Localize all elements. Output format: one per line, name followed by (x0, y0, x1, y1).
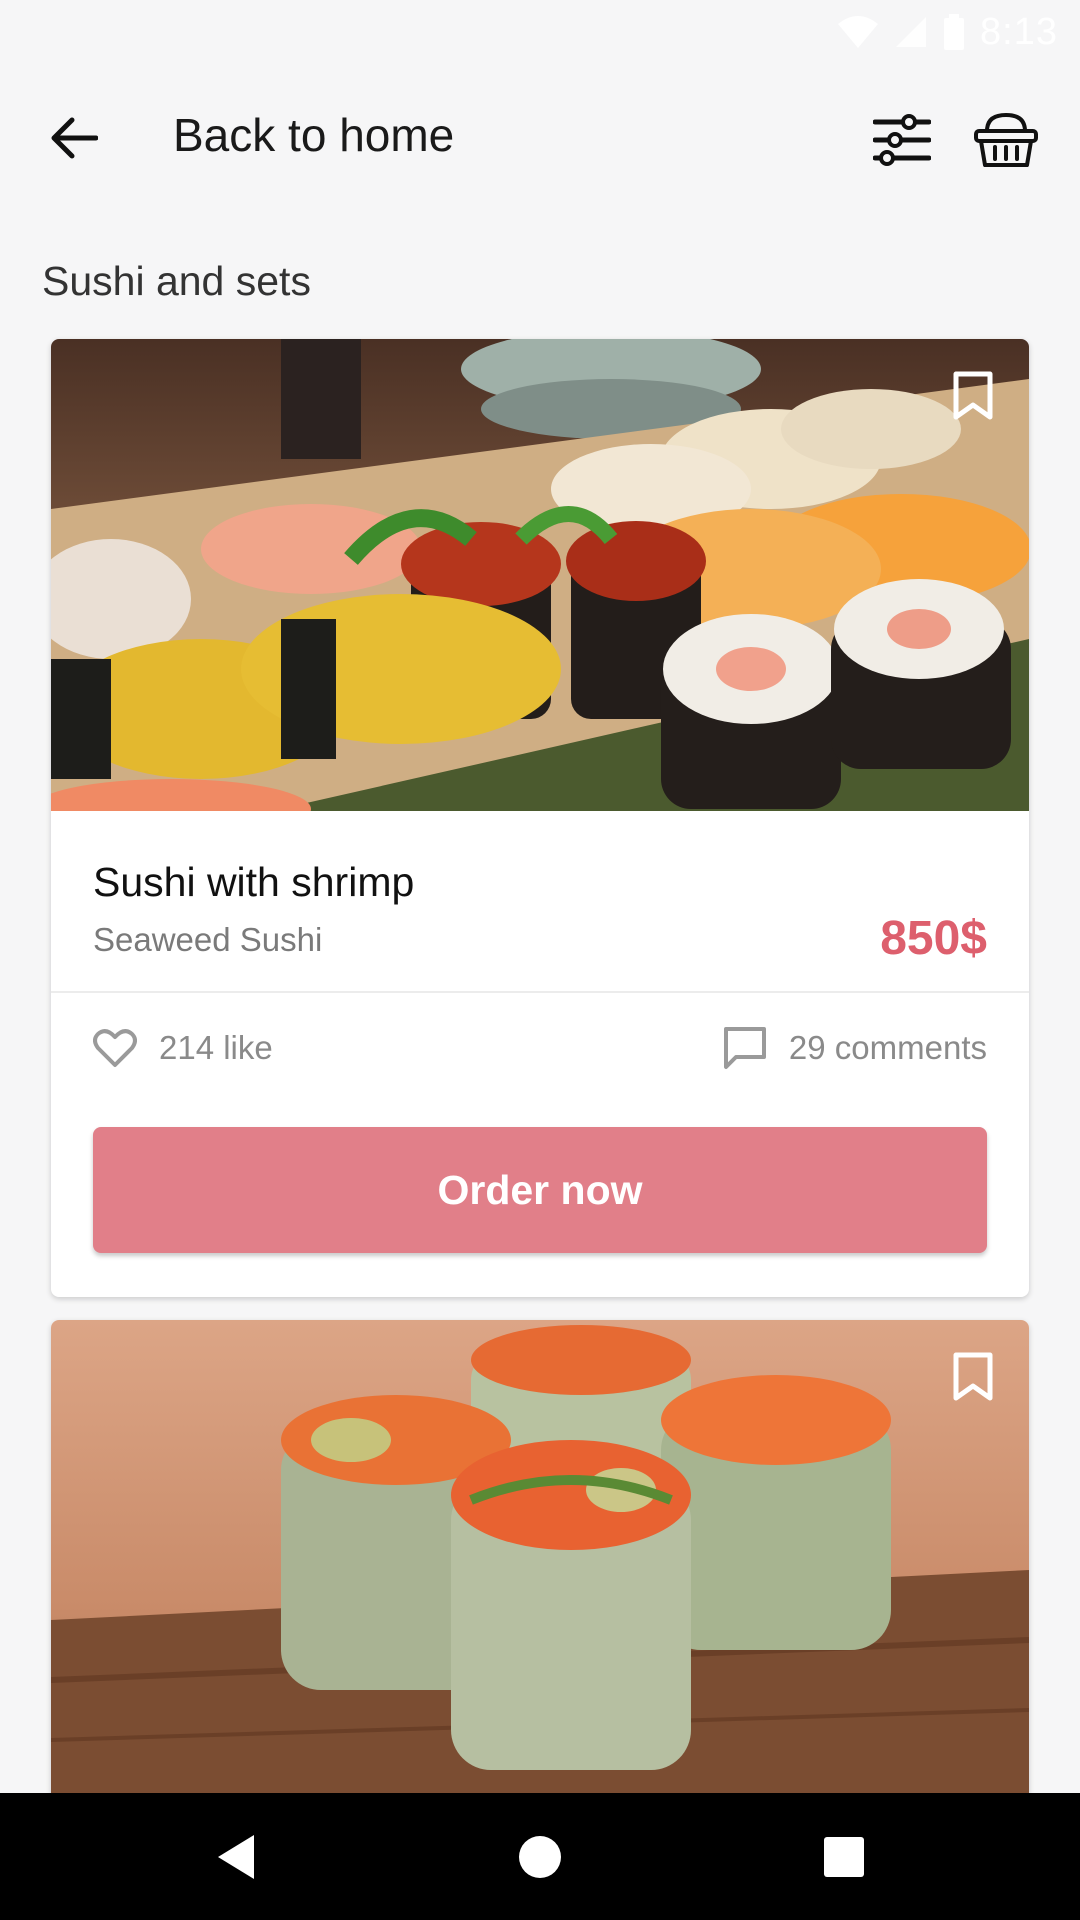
comments-button[interactable]: 29 comments (723, 1023, 987, 1073)
arrow-left-icon (51, 117, 98, 159)
product-card: Sushi with shrimp Seaweed Sushi 850$ 214… (51, 339, 1029, 1297)
square-recents-icon (824, 1837, 864, 1877)
sliders-icon (873, 114, 931, 166)
bookmark-icon (953, 371, 993, 420)
order-now-button[interactable]: Order now (93, 1127, 987, 1253)
status-time: 8:13 (980, 10, 1058, 53)
product-category: Seaweed Sushi (93, 921, 323, 958)
system-nav-bar (0, 1793, 1080, 1920)
app-bar: Back to home (0, 64, 1080, 212)
bookmark-button[interactable] (945, 1346, 1001, 1408)
triangle-back-icon (218, 1835, 254, 1879)
back-button[interactable] (38, 102, 110, 174)
comment-count: 29 comments (788, 1029, 987, 1066)
section-title: Sushi and sets (42, 258, 311, 304)
product-image-spring-rolls[interactable] (51, 1320, 1029, 1800)
page-title: Back to home (173, 109, 455, 161)
battery-icon (944, 14, 965, 50)
sushi-photo (51, 339, 1029, 811)
like-count: 214 like (159, 1029, 273, 1066)
comment-icon (723, 1027, 766, 1069)
circle-home-icon (519, 1836, 561, 1878)
product-image-sushi[interactable] (51, 339, 1029, 811)
product-stats: 214 like 29 comments (51, 993, 1029, 1101)
nav-back-button[interactable] (196, 1817, 276, 1897)
nav-recents-button[interactable] (804, 1817, 884, 1897)
basket-icon (974, 112, 1038, 167)
status-bar: 8:13 (0, 0, 1080, 64)
bookmark-icon (953, 1352, 993, 1401)
heart-icon (93, 1029, 137, 1067)
bookmark-button[interactable] (945, 365, 1001, 427)
spring-rolls-photo (51, 1320, 1029, 1800)
filter-button[interactable] (866, 104, 938, 176)
product-info: Sushi with shrimp Seaweed Sushi 850$ (51, 811, 1029, 991)
signal-icon (896, 17, 927, 47)
nav-home-button[interactable] (500, 1817, 580, 1897)
product-name: Sushi with shrimp (93, 859, 415, 905)
basket-button[interactable] (968, 104, 1044, 176)
product-price: 850$ (880, 912, 987, 965)
wifi-icon (838, 16, 879, 48)
like-button[interactable]: 214 like (93, 1023, 273, 1073)
